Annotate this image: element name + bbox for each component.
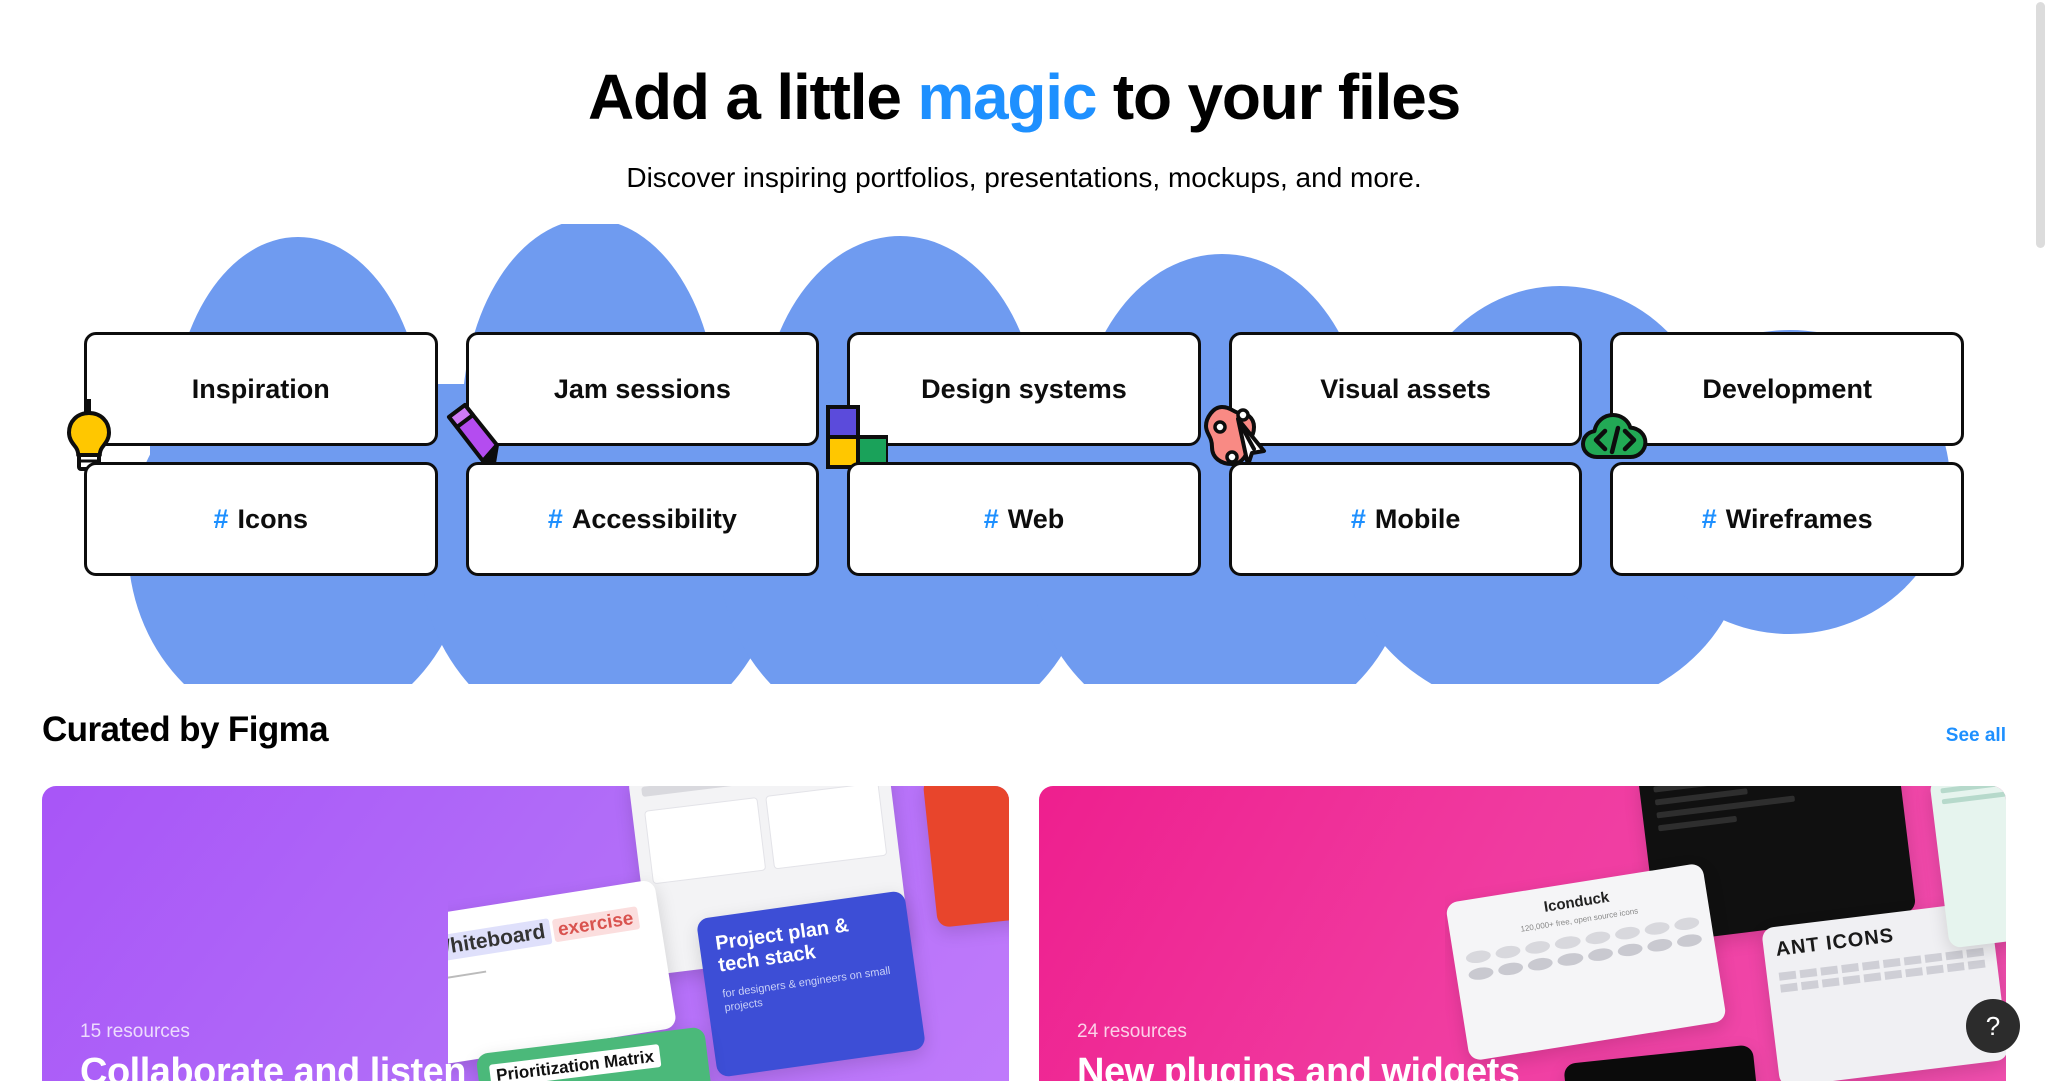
- thumbnail-tile-phone: [1562, 1044, 1765, 1081]
- category-label: Accessibility: [571, 503, 737, 534]
- card-resource-count: 24 resources: [1077, 1021, 1187, 1043]
- hash-icon: #: [1701, 503, 1717, 534]
- curated-card-plugins[interactable]: Iconduck 120,000+ free, open source icon…: [1039, 786, 2006, 1081]
- hash-icon: #: [983, 503, 999, 534]
- category-label: Jam sessions: [553, 373, 731, 404]
- hash-icon: #: [213, 503, 229, 534]
- category-row-tags: # Icons # Accessibility # Web # Mobile #: [84, 462, 1964, 577]
- thumbnail-tile-accent: [922, 786, 1009, 928]
- page-title: Add a little magic to your files: [0, 61, 2048, 134]
- category-pill-grid: Inspiration Jam sessions Design systems …: [0, 224, 2048, 684]
- card-resource-count: 15 resources: [80, 1021, 190, 1043]
- category-label: Design systems: [921, 373, 1127, 404]
- curated-section: Curated by Figma See all Whiteboard exer…: [0, 710, 2048, 1081]
- hero-section: Add a little magic to your files Discove…: [0, 0, 2048, 196]
- card-caption: 15 resources Collaborate and listen: [80, 1021, 466, 1081]
- category-pill-design-systems[interactable]: Design systems: [826, 332, 1201, 470]
- category-pill-icons[interactable]: # Icons: [84, 462, 438, 577]
- page-scrollbar[interactable]: [2033, 0, 2048, 1081]
- thumbnail-label: Prioritization Matrix: [488, 1044, 661, 1081]
- category-pill-jam-sessions[interactable]: Jam sessions: [446, 332, 820, 472]
- scrollbar-thumb[interactable]: [2036, 2, 2045, 248]
- curated-card-collaborate[interactable]: Whiteboard exercise Project plan & tech …: [42, 786, 1009, 1081]
- question-mark-icon: ?: [1985, 1010, 2001, 1041]
- category-pill-visual-assets[interactable]: Visual assets: [1203, 332, 1583, 468]
- category-pill-development[interactable]: Development: [1581, 332, 1964, 460]
- category-pill-accessibility[interactable]: # Accessibility: [465, 462, 820, 577]
- hero-title-after: to your files: [1096, 61, 1461, 133]
- hash-icon: #: [547, 503, 563, 534]
- section-title: Curated by Figma: [42, 710, 329, 750]
- hero-subtitle: Discover inspiring portfolios, presentat…: [626, 161, 1422, 193]
- category-pill-web[interactable]: # Web: [847, 462, 1201, 577]
- category-pill-wireframes[interactable]: # Wireframes: [1610, 462, 1964, 577]
- hero-title-before: Add a little: [588, 61, 918, 133]
- category-label: Development: [1702, 373, 1872, 404]
- category-band: Inspiration Jam sessions Design systems …: [0, 224, 2048, 685]
- category-label: Visual assets: [1320, 373, 1491, 404]
- thumbnail-tile-project-plan: Project plan & tech stack for designers …: [696, 890, 927, 1078]
- category-label: Wireframes: [1725, 503, 1873, 534]
- category-label: Mobile: [1374, 503, 1461, 534]
- hash-icon: #: [1350, 503, 1366, 534]
- help-button[interactable]: ?: [1966, 999, 2020, 1053]
- category-row-primary: Inspiration Jam sessions Design systems …: [67, 332, 1964, 472]
- curated-header: Curated by Figma See all: [42, 710, 2006, 764]
- card-title: Collaborate and listen: [80, 1051, 466, 1081]
- card-title: New plugins and widgets: [1077, 1051, 1520, 1081]
- card-thumbnail-collage: Whiteboard exercise Project plan & tech …: [448, 786, 1009, 1081]
- category-pill-mobile[interactable]: # Mobile: [1228, 462, 1583, 577]
- category-label: Web: [1007, 503, 1065, 534]
- hero-title-accent: magic: [917, 61, 1097, 133]
- see-all-link[interactable]: See all: [1946, 725, 2006, 747]
- category-label: Icons: [237, 503, 309, 534]
- page-root: Add a little magic to your files Discove…: [0, 0, 2048, 1081]
- category-label: Inspiration: [191, 373, 330, 404]
- curated-card-row: Whiteboard exercise Project plan & tech …: [42, 786, 2006, 1081]
- card-caption: 24 resources New plugins and widgets: [1077, 1021, 1520, 1081]
- thumbnail-label: exercise: [550, 906, 640, 943]
- thumbnail-label: Whiteboard: [448, 918, 552, 964]
- category-pill-inspiration[interactable]: Inspiration: [67, 332, 438, 472]
- card-thumbnail-collage: Iconduck 120,000+ free, open source icon…: [1445, 786, 2006, 1081]
